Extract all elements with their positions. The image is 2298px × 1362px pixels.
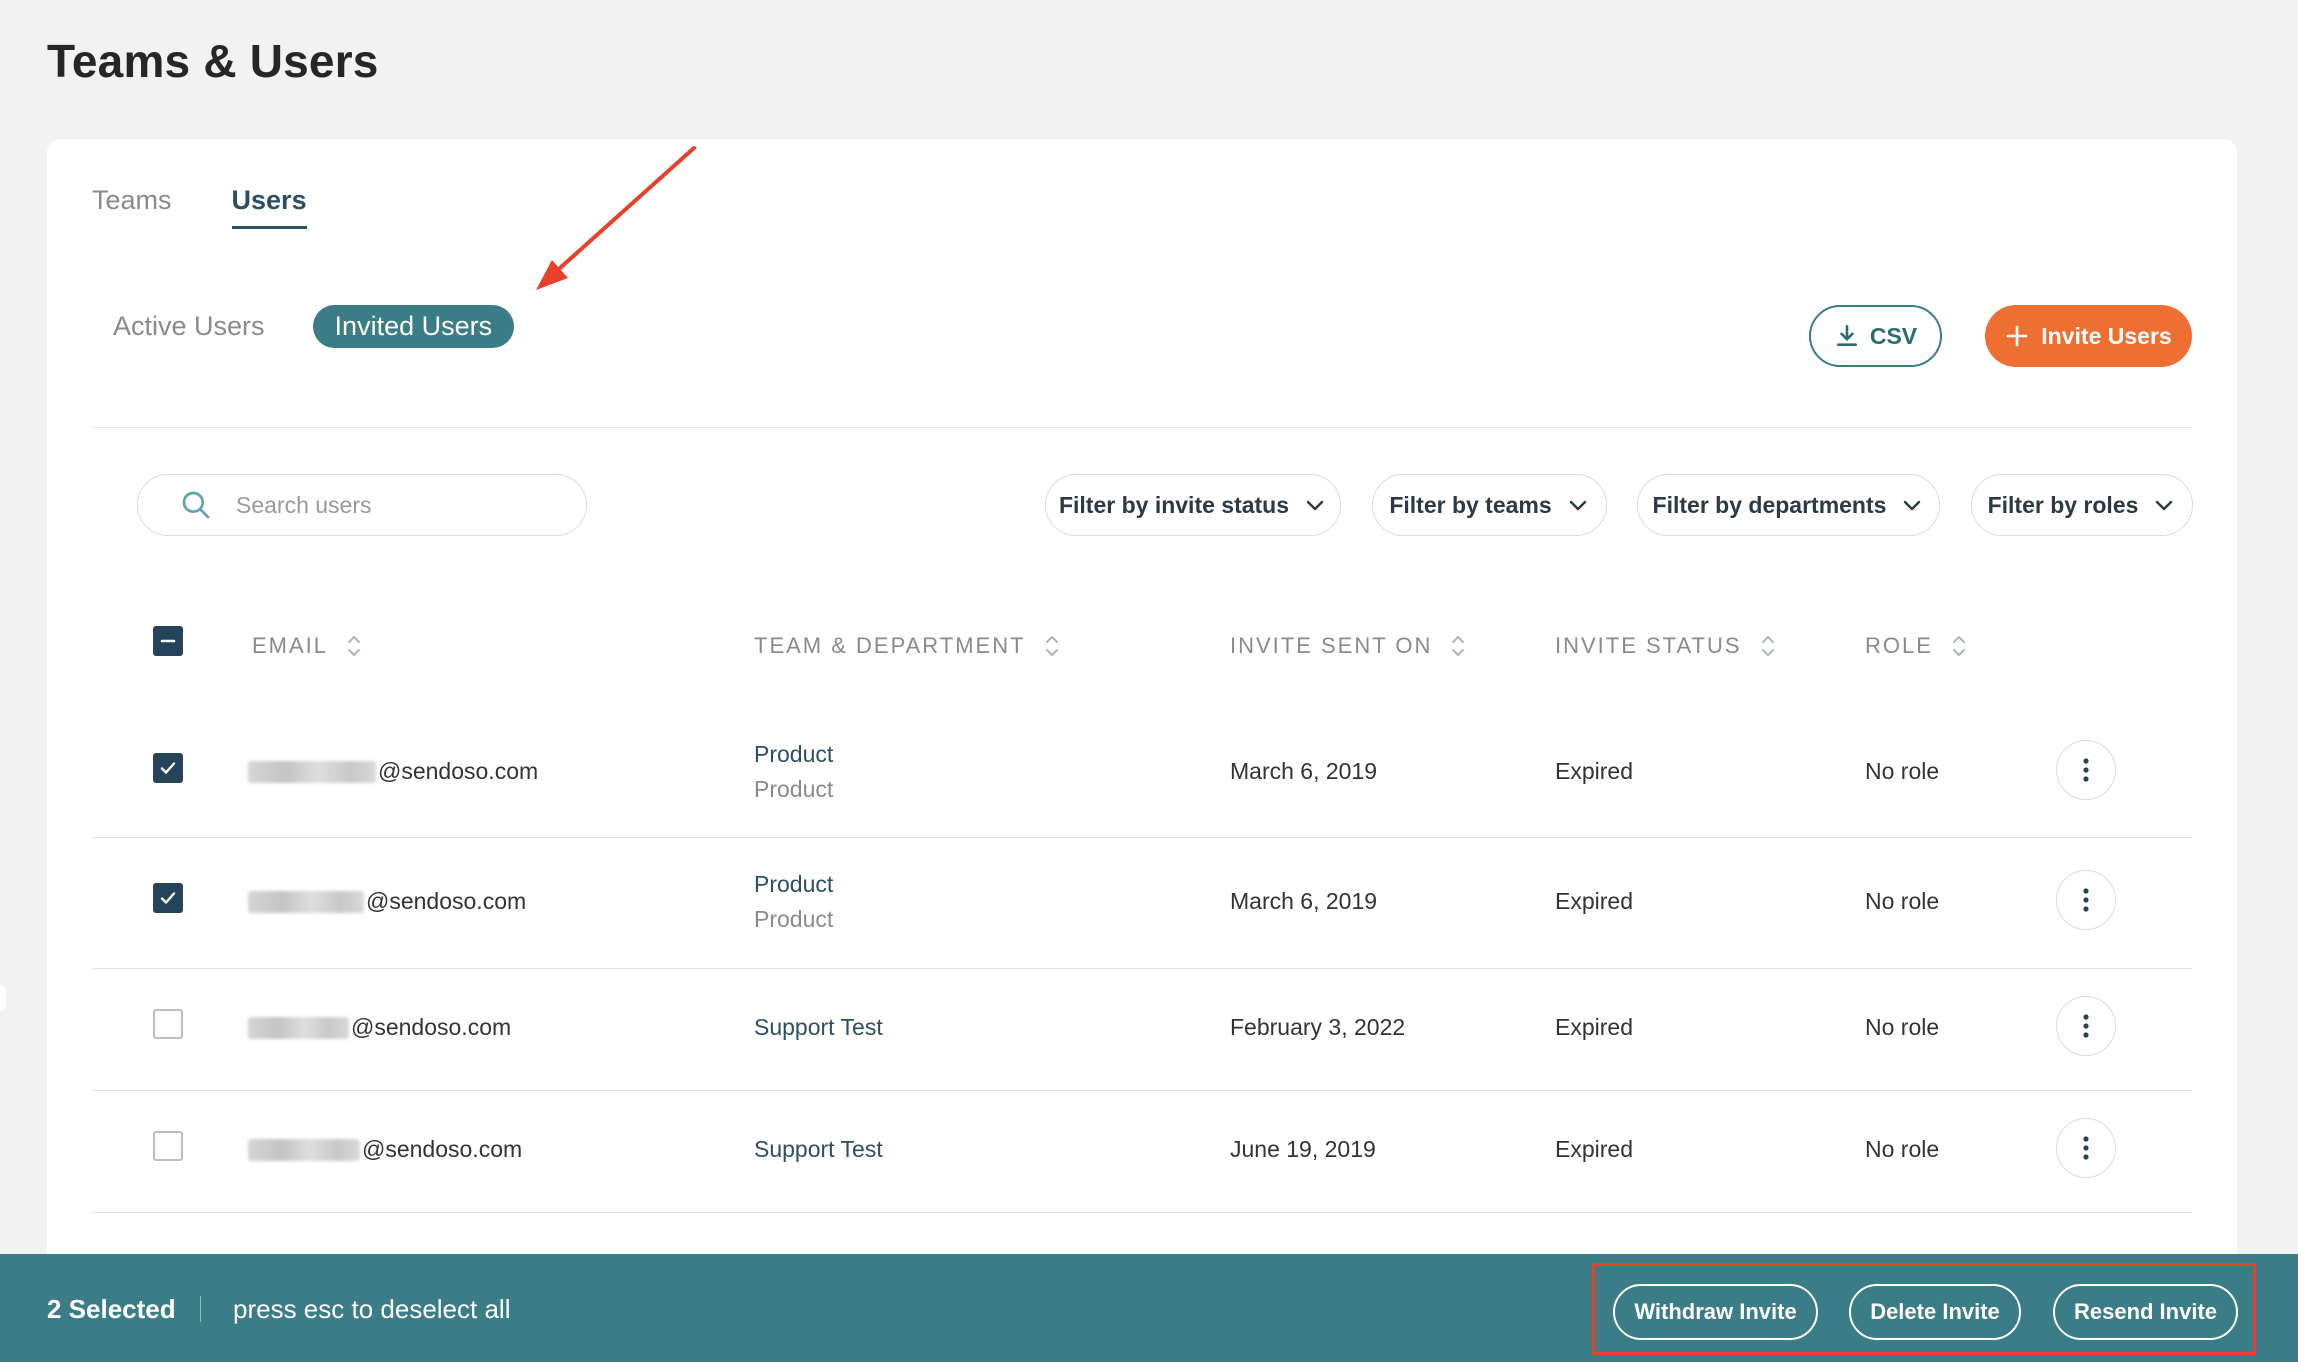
invite-users-button[interactable]: Invite Users (1985, 305, 2192, 367)
filter-label: Filter by invite status (1058, 491, 1290, 518)
section-divider (92, 427, 2192, 428)
department-label: Product (754, 906, 834, 932)
more-vertical-icon (2083, 888, 2089, 912)
more-vertical-icon (2083, 758, 2089, 782)
edge-handle (0, 985, 6, 1011)
row-divider (92, 968, 2192, 969)
filter-invite-status[interactable]: Filter by invite status (1045, 474, 1341, 536)
column-header-email[interactable]: EMAIL (252, 633, 362, 659)
chevron-down-icon (1569, 500, 1586, 511)
email-cell: @sendoso.com (248, 758, 538, 785)
filter-roles[interactable]: Filter by roles (1971, 474, 2193, 536)
role-cell: No role (1865, 888, 1940, 914)
check-icon (160, 892, 176, 904)
download-icon (1836, 324, 1857, 346)
row-actions-button[interactable] (2056, 1118, 2116, 1178)
plus-icon (2006, 325, 2028, 347)
bar-divider (200, 1296, 201, 1322)
selected-count: 2 Selected (47, 1294, 176, 1324)
filter-label: Filter by departments (1652, 491, 1887, 518)
sort-icon (1952, 636, 1965, 656)
row-checkbox[interactable] (153, 1131, 183, 1161)
csv-download-button[interactable]: CSV (1809, 305, 1942, 367)
sort-icon (1045, 636, 1058, 656)
chevron-down-icon (2156, 500, 2173, 511)
row-checkbox[interactable] (153, 883, 183, 913)
more-vertical-icon (2083, 1136, 2089, 1160)
team-department-cell: Product Product (754, 871, 833, 933)
column-header-role[interactable]: ROLE (1865, 633, 1967, 659)
tab-users[interactable]: Users (231, 185, 307, 229)
row-divider (92, 837, 2192, 838)
filter-label: Filter by teams (1389, 491, 1552, 518)
invite-status-cell: Expired (1555, 1014, 1633, 1040)
email-cell: @sendoso.com (248, 888, 526, 915)
row-actions-button[interactable] (2056, 870, 2116, 930)
page-title: Teams & Users (47, 35, 379, 87)
user-subtabs: Active Users Invited Users (113, 305, 515, 348)
column-header-team-department[interactable]: TEAM & DEPARTMENT (754, 633, 1060, 659)
filter-departments[interactable]: Filter by departments (1637, 474, 1940, 536)
row-actions-button[interactable] (2056, 996, 2116, 1056)
filter-label: Filter by roles (1987, 491, 2139, 518)
select-all-checkbox[interactable] (153, 626, 183, 656)
filter-teams[interactable]: Filter by teams (1372, 474, 1607, 536)
invite-status-cell: Expired (1555, 1136, 1633, 1162)
users-card: Teams Users Active Users Invited Users C… (47, 139, 2237, 1362)
invite-sent-cell: June 19, 2019 (1230, 1136, 1376, 1162)
row-actions-button[interactable] (2056, 740, 2116, 800)
row-checkbox[interactable] (153, 753, 183, 783)
department-label: Product (754, 776, 834, 802)
invite-sent-cell: March 6, 2019 (1230, 758, 1378, 784)
row-divider (92, 1212, 2192, 1213)
main-tabs: Teams Users (92, 185, 307, 229)
email-cell: @sendoso.com (248, 1136, 522, 1163)
column-header-invite-sent-on[interactable]: INVITE SENT ON (1230, 633, 1466, 659)
selection-action-bar: 2 Selected press esc to deselect all Wit… (0, 1254, 2298, 1362)
tab-teams[interactable]: Teams (92, 185, 172, 229)
search-box (137, 474, 587, 536)
csv-label: CSV (1869, 322, 1918, 349)
redacted-email (248, 1016, 349, 1039)
subtab-invited-users[interactable]: Invited Users (312, 305, 515, 348)
team-department-cell: Product Product (754, 741, 833, 803)
redacted-email (248, 1138, 360, 1161)
team-department-cell: Support Test (754, 1014, 883, 1041)
sort-icon (348, 636, 361, 656)
deselect-hint: press esc to deselect all (233, 1294, 511, 1324)
more-vertical-icon (2083, 1014, 2089, 1038)
role-cell: No role (1865, 1136, 1940, 1162)
resend-invite-button[interactable]: Resend Invite (2053, 1284, 2238, 1340)
email-cell: @sendoso.com (248, 1014, 511, 1041)
subtab-active-users[interactable]: Active Users (113, 311, 265, 342)
column-header-invite-status[interactable]: INVITE STATUS (1555, 633, 1776, 659)
team-link[interactable]: Support Test (754, 1136, 883, 1163)
redacted-email (248, 890, 364, 913)
redacted-email (248, 760, 376, 783)
row-divider (92, 1090, 2192, 1091)
invite-status-cell: Expired (1555, 888, 1633, 914)
search-input[interactable] (236, 491, 496, 519)
delete-invite-button[interactable]: Delete Invite (1849, 1284, 2021, 1340)
role-cell: No role (1865, 758, 1940, 784)
invite-status-cell: Expired (1555, 758, 1633, 784)
team-department-cell: Support Test (754, 1136, 883, 1163)
team-link[interactable]: Product (754, 741, 833, 768)
chevron-down-icon (1306, 500, 1324, 511)
team-link[interactable]: Support Test (754, 1014, 883, 1041)
invite-users-label: Invite Users (2041, 322, 2172, 349)
sort-icon (1452, 636, 1465, 656)
row-checkbox[interactable] (153, 1009, 183, 1039)
withdraw-invite-button[interactable]: Withdraw Invite (1613, 1284, 1818, 1340)
search-icon (182, 491, 210, 519)
check-icon (160, 762, 176, 774)
team-link[interactable]: Product (754, 871, 833, 898)
chevron-down-icon (1904, 500, 1921, 511)
sort-icon (1761, 636, 1774, 656)
role-cell: No role (1865, 1014, 1940, 1040)
invite-sent-cell: February 3, 2022 (1230, 1014, 1406, 1040)
minus-icon (160, 639, 176, 643)
invite-sent-cell: March 6, 2019 (1230, 888, 1378, 914)
